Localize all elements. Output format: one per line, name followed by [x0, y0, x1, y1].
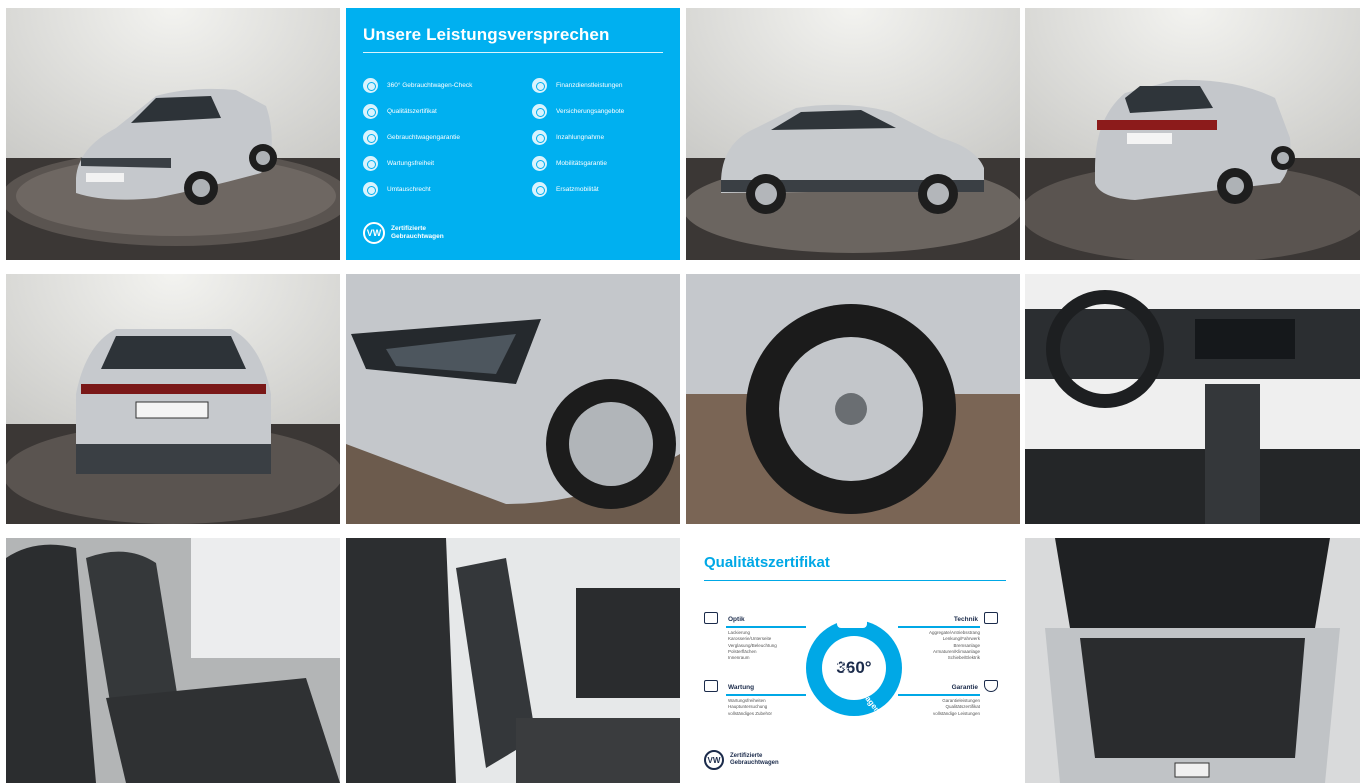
cockpit-dashboard-photo: [1025, 274, 1360, 524]
promise-item: Finanzdienstleistungen: [532, 72, 680, 98]
wrench-icon: [363, 155, 378, 171]
optik-items: Lackierung Karosserie/Unterseite Verglas…: [728, 630, 777, 661]
alloy-wheel-detail-photo: [686, 274, 1020, 524]
promise-item: Mobilitätsgarantie: [532, 150, 680, 176]
garantie-items: Garantieleistungen Qualitätszertifikat v…: [932, 698, 980, 716]
car-rear-photo: [6, 274, 340, 524]
promise-item: Wartungsfreiheit: [363, 150, 513, 176]
service-wrench-icon: [704, 680, 718, 692]
promise-title: Unsere Leistungsversprechen: [363, 25, 610, 44]
headlight-detail-photo: [346, 274, 680, 524]
check-360-center: 360°: [822, 636, 886, 700]
promise-item: Ersatzmobilität: [532, 176, 680, 202]
promise-list-left: 360° Gebrauchtwagen-Check Qualitätszerti…: [363, 72, 513, 202]
gallery-photo-front-seats[interactable]: [346, 538, 680, 783]
promise-list-right: Finanzdienstleistungen Versicherungsange…: [532, 72, 680, 202]
technik-items: Aggregate/Antriebsstrang Lenkung/Fahrwer…: [928, 630, 980, 661]
garantie-bar: [898, 694, 980, 696]
certified-used-cars-brand: VW Zertifizierte Gebrauchtwagen: [363, 222, 444, 244]
exchange-icon: [363, 181, 378, 197]
front-seats-photo: [346, 538, 680, 783]
finance-icon: [532, 77, 547, 93]
gallery-photo-wheel-detail[interactable]: [686, 274, 1020, 524]
gallery-photo-side-profile[interactable]: [686, 8, 1020, 260]
gallery-photo-headlight-detail[interactable]: [346, 274, 680, 524]
certificate-divider: [704, 580, 1006, 581]
promise-item: Qualitätszertifikat: [363, 98, 513, 124]
car-lift-icon: [837, 602, 867, 628]
shield-icon: [363, 129, 378, 145]
vw-logo-icon: VW: [363, 222, 385, 244]
wartung-items: Wartungsfreiheiten Hauptuntersuchung vol…: [728, 698, 773, 716]
vw-logo-icon: VW: [704, 750, 724, 770]
promise-item: 360° Gebrauchtwagen-Check: [363, 72, 513, 98]
certificate-title: Qualitätszertifikat: [704, 554, 830, 571]
gallery-photo-front-three-quarter[interactable]: [6, 8, 340, 260]
car-body-icon: [704, 612, 718, 624]
optik-bar: [726, 626, 806, 628]
promise-divider: [363, 52, 663, 53]
certificate-icon: [363, 103, 378, 119]
car-front-three-quarter-photo: [6, 8, 340, 260]
car-side-profile-photo: [686, 8, 1020, 260]
promise-item: Gebrauchtwagengarantie: [363, 124, 513, 150]
gallery-photo-trunk[interactable]: [1025, 538, 1360, 783]
shield-check-icon: [984, 680, 998, 692]
mobility-icon: [532, 155, 547, 171]
check-badge-icon: [363, 77, 378, 93]
wartung-bar: [726, 694, 806, 696]
car-rear-three-quarter-photo: [1025, 8, 1360, 260]
rear-seats-photo: [6, 538, 340, 783]
promise-item: Umtauschrecht: [363, 176, 513, 202]
insurance-icon: [532, 103, 547, 119]
promise-item: Inzahlungnahme: [532, 124, 680, 150]
optik-heading: Optik: [728, 616, 745, 623]
gallery-photo-rear-three-quarter[interactable]: [1025, 8, 1360, 260]
gallery-photo-rear-seats[interactable]: [6, 538, 340, 783]
quality-certificate-card[interactable]: Qualitätszertifikat 360° Gebrauchtwagen-…: [686, 538, 1020, 783]
open-trunk-photo: [1025, 538, 1360, 783]
service-promise-card[interactable]: Unsere Leistungsversprechen 360° Gebrauc…: [346, 8, 680, 260]
wartung-heading: Wartung: [728, 684, 755, 691]
gallery-photo-cockpit[interactable]: [1025, 274, 1360, 524]
technik-bar: [898, 626, 980, 628]
technik-heading: Technik: [953, 616, 978, 623]
replacement-car-icon: [532, 181, 547, 197]
garantie-heading: Garantie: [951, 684, 978, 691]
promise-item: Versicherungsangebote: [532, 98, 680, 124]
car-engine-icon: [984, 612, 998, 624]
vehicle-image-gallery: Unsere Leistungsversprechen 360° Gebrauc…: [6, 8, 1360, 783]
gallery-photo-rear[interactable]: [6, 274, 340, 524]
certified-used-cars-brand: VW Zertifizierte Gebrauchtwagen: [704, 750, 779, 770]
trade-in-icon: [532, 129, 547, 145]
